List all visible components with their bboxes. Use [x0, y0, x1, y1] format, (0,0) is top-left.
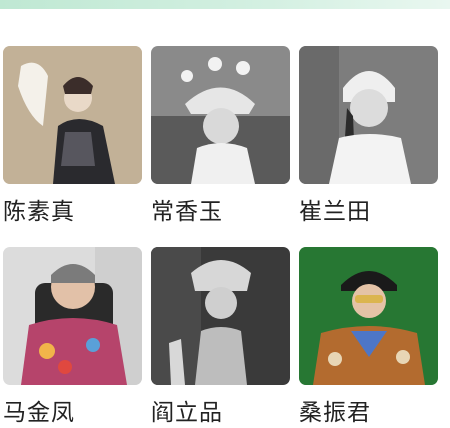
performer-photo[interactable]	[3, 247, 142, 385]
performer-photo[interactable]	[151, 46, 290, 184]
performer-name[interactable]: 陈素真	[3, 197, 142, 227]
performer-card[interactable]: 陈素真	[3, 46, 142, 227]
performer-card[interactable]: 马金凤	[3, 247, 142, 428]
performer-name[interactable]: 阎立品	[151, 398, 290, 428]
performer-card[interactable]: 桑振君	[299, 247, 438, 428]
performer-name[interactable]: 崔兰田	[299, 197, 438, 227]
performer-name[interactable]: 马金凤	[3, 398, 142, 428]
performer-photo[interactable]	[299, 247, 438, 385]
performer-photo[interactable]	[151, 247, 290, 385]
performer-card[interactable]: 阎立品	[151, 247, 290, 428]
performer-card[interactable]: 常香玉	[151, 46, 290, 227]
performer-name[interactable]: 常香玉	[151, 197, 290, 227]
performer-card[interactable]: 崔兰田	[299, 46, 438, 227]
performer-photo[interactable]	[299, 46, 438, 184]
performer-name[interactable]: 桑振君	[299, 398, 438, 428]
performer-photo[interactable]	[3, 46, 142, 184]
performer-grid: 陈素真 常香玉 崔兰田 马金凤 阎立品 桑振君	[0, 46, 450, 426]
header-bar	[0, 0, 450, 9]
